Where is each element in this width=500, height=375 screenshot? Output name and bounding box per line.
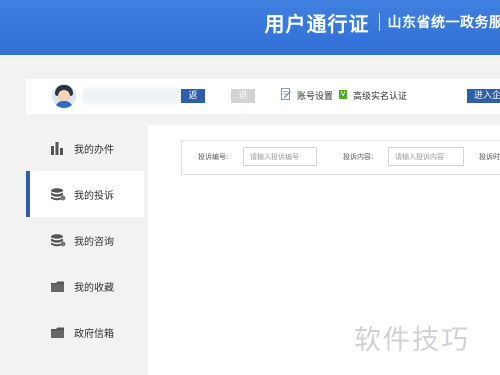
database-icon bbox=[51, 187, 66, 200]
sidebar-item-label: 我的办件 bbox=[74, 144, 114, 156]
mailbox-icon bbox=[51, 327, 64, 338]
watermark: 软件技巧 bbox=[354, 325, 470, 356]
brand: 用户通行证 山东省统一政务服务 bbox=[264, 9, 500, 36]
sidebar-item-label: 我的投诉 bbox=[74, 190, 114, 202]
complaint-number-label: 投诉编号: bbox=[198, 153, 229, 161]
complaint-time-label: 投诉时 bbox=[479, 153, 500, 161]
verified-badge-icon: V bbox=[339, 90, 347, 99]
logout-button[interactable]: 退出 bbox=[231, 89, 255, 115]
title-divider bbox=[378, 13, 380, 31]
folder-icon bbox=[51, 281, 64, 292]
enter-enterprise-button[interactable]: 进入企 bbox=[467, 89, 500, 103]
bar-chart-icon bbox=[51, 141, 63, 155]
sidebar-item-label: 我的咨询 bbox=[74, 236, 114, 248]
sidebar-item-my-inquiries[interactable]: 我的咨询 bbox=[26, 217, 144, 263]
sidebar-item-my-affairs[interactable]: 我的办件 bbox=[26, 125, 144, 171]
account-settings-link[interactable]: 账号设置 bbox=[297, 89, 333, 102]
sidebar-item-label: 我的收藏 bbox=[74, 282, 114, 294]
back-button[interactable]: 返回 bbox=[181, 89, 205, 115]
sidebar-item-label: 政府信箱 bbox=[74, 328, 114, 340]
complaint-number-input[interactable]: 请输入投诉编号 bbox=[243, 147, 317, 166]
sidebar-item-my-complaints[interactable]: 我的投诉 bbox=[26, 171, 144, 217]
complaint-content-label: 投诉内容: bbox=[343, 153, 374, 161]
user-name-blurred bbox=[82, 88, 180, 104]
user-bar: 返回 退出 账号设置 V 高级实名认证 进入企 bbox=[26, 79, 500, 115]
complaint-content-input[interactable]: 请输入投诉内容 bbox=[388, 147, 464, 166]
sidebar-item-my-favorites[interactable]: 我的收藏 bbox=[26, 263, 144, 309]
sidebar-item-gov-mailbox[interactable]: 政府信箱 bbox=[26, 309, 144, 355]
real-name-auth-link[interactable]: 高级实名认证 bbox=[353, 89, 407, 102]
sidebar: 我的办件 我的投诉 我的咨询 我的收藏 政府信箱 bbox=[26, 125, 144, 375]
top-header: 用户通行证 山东省统一政务服务 bbox=[0, 0, 500, 55]
database-icon bbox=[51, 233, 66, 246]
edit-document-icon[interactable] bbox=[281, 88, 291, 100]
portal-title: 用户通行证 bbox=[264, 11, 370, 36]
portal-subtitle: 山东省统一政务服务 bbox=[387, 15, 500, 31]
avatar[interactable] bbox=[52, 84, 76, 108]
search-filter-bar: 投诉编号: 请输入投诉编号 投诉内容: 请输入投诉内容 投诉时 bbox=[181, 140, 500, 175]
